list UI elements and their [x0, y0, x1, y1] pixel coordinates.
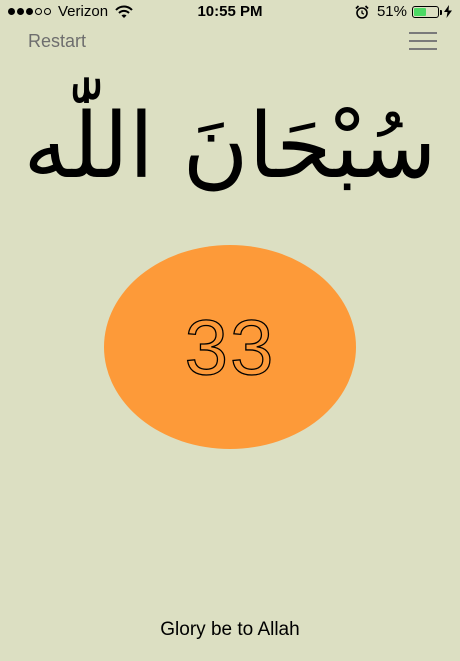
- counter-button[interactable]: 33: [104, 245, 356, 449]
- hamburger-menu-icon[interactable]: [409, 32, 437, 50]
- status-right: 51%: [355, 3, 452, 20]
- menu-line: [409, 40, 437, 42]
- counter-value: 33: [184, 302, 276, 391]
- restart-button[interactable]: Restart: [28, 31, 86, 52]
- menu-line: [409, 32, 437, 34]
- alarm-clock-icon: [355, 4, 369, 19]
- translation-text: Glory be to Allah: [160, 619, 300, 640]
- battery-percent: 51%: [376, 3, 407, 20]
- status-bar: Verizon 10:55 PM 51%: [0, 0, 460, 24]
- arabic-dhikr-text: سُبْحَانَ اللّٰه: [23, 94, 437, 199]
- menu-line: [409, 48, 437, 50]
- charging-bolt-icon: [444, 5, 452, 18]
- battery-icon: [412, 5, 442, 18]
- battery-level-fill: [414, 7, 426, 16]
